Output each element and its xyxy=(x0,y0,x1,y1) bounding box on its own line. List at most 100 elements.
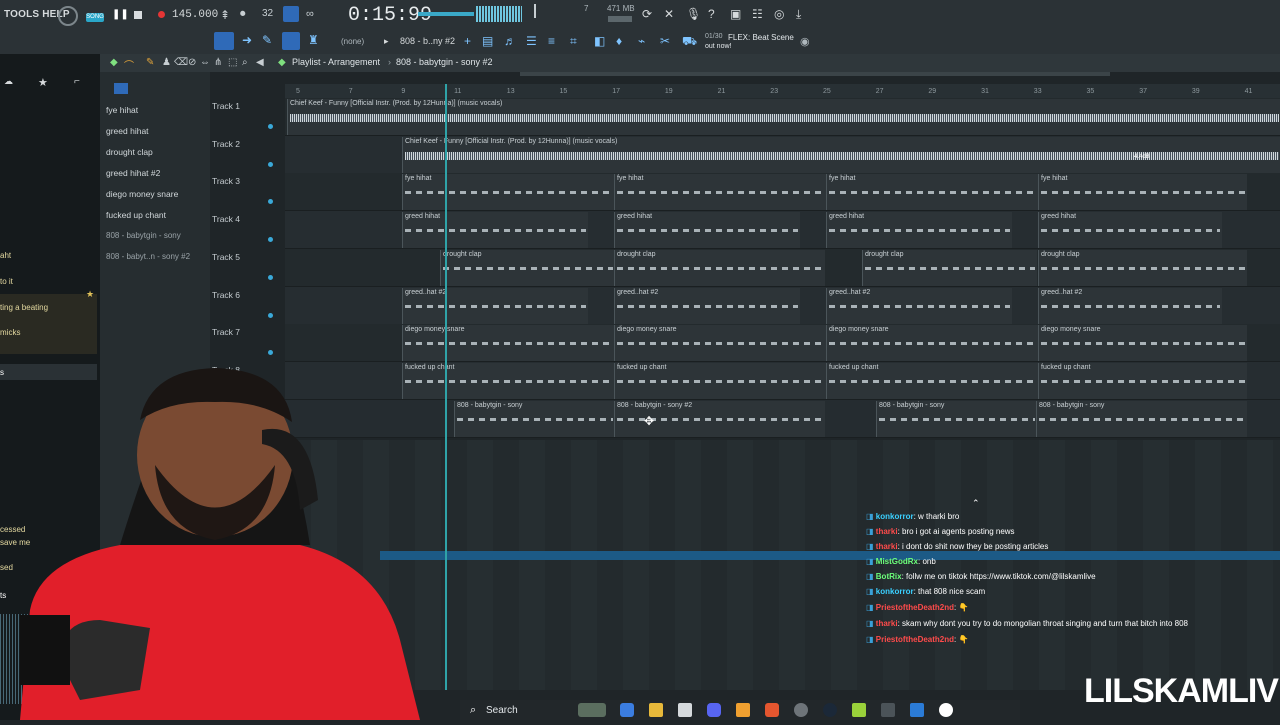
delete-tool-icon[interactable]: ⌫ xyxy=(174,57,188,68)
mixer-icon[interactable]: ☷ xyxy=(752,7,763,21)
clip[interactable]: greed hihat xyxy=(826,212,1012,249)
picker-item[interactable]: fucked up chant xyxy=(106,210,166,220)
track-label[interactable]: Track 3 xyxy=(212,176,278,186)
calendar-icon[interactable] xyxy=(678,703,692,717)
plugin-icon[interactable]: ♦ xyxy=(616,34,622,48)
clip[interactable]: fye hihat xyxy=(614,174,827,211)
copilot-icon[interactable] xyxy=(620,703,634,717)
picker-item[interactable]: diego money snare xyxy=(106,189,178,199)
loop-record-icon[interactable] xyxy=(283,6,299,22)
channel-rack-icon[interactable]: ☰ xyxy=(526,34,537,48)
news-subtitle[interactable]: out now! xyxy=(705,43,731,50)
chat-username[interactable]: tharki xyxy=(876,542,898,551)
browser-icon[interactable]: ⌗ xyxy=(570,34,577,49)
paint-tool-icon[interactable]: ♟ xyxy=(162,57,171,68)
clip[interactable]: greed..hat #2 xyxy=(614,287,800,324)
clip[interactable]: fye hihat xyxy=(402,174,615,211)
picker-item[interactable]: greed hihat #2 xyxy=(106,168,160,178)
settings-icon[interactable] xyxy=(794,703,808,717)
help-icon[interactable]: ? xyxy=(708,7,715,21)
pitch-slider[interactable] xyxy=(534,4,536,18)
picker-item[interactable]: 808 - babytgin - sony xyxy=(106,231,181,240)
clip[interactable]: fye hihat xyxy=(826,174,1039,211)
project-icon[interactable]: ◧ xyxy=(594,34,605,48)
slip-tool-icon[interactable]: ⇔ xyxy=(200,57,210,68)
chat-username[interactable]: BotRix xyxy=(876,572,902,581)
picker-item-selected[interactable]: 808 - babyt..n - sony #2 xyxy=(106,252,190,261)
track-label[interactable]: Track 1 xyxy=(212,101,278,111)
browser-item[interactable]: to it xyxy=(0,277,13,286)
clip[interactable]: diego money snare xyxy=(614,325,827,362)
favorite-star-icon[interactable]: ★ xyxy=(86,289,94,300)
picker-item[interactable]: greed hihat xyxy=(106,126,149,136)
clip[interactable]: diego money snare xyxy=(1038,325,1247,362)
track-label[interactable]: Track 7 xyxy=(212,327,278,337)
arrow-icon[interactable]: ➜ xyxy=(242,33,252,47)
download-icon[interactable]: ⤓ xyxy=(796,7,801,22)
clip-808[interactable]: 808 - babytgin - sony xyxy=(1036,401,1247,437)
mixer-window-icon[interactable]: ≡ xyxy=(548,34,555,48)
clip[interactable]: drought clap xyxy=(862,249,1037,286)
browser-tag-icon[interactable]: ⌐ xyxy=(74,76,80,87)
playlist-arrow-icon[interactable]: ◆ xyxy=(278,57,286,68)
tempo-display[interactable]: 145.000 xyxy=(172,9,218,21)
clip[interactable]: fucked up chant xyxy=(614,362,827,399)
file-explorer-icon[interactable] xyxy=(649,703,663,717)
tools-icon[interactable]: ✕ xyxy=(664,7,674,21)
playlist-view-icon[interactable] xyxy=(214,32,234,50)
add-pattern-icon[interactable]: + xyxy=(464,34,471,48)
track-mute-led[interactable] xyxy=(268,312,273,318)
clip[interactable]: drought clap xyxy=(440,249,615,286)
timeline-ruler[interactable] xyxy=(285,84,1280,98)
playlist-icon[interactable]: ▤ xyxy=(482,34,493,48)
microphone-icon[interactable]: 🎙 xyxy=(686,7,701,21)
browser-item[interactable]: aht xyxy=(0,251,11,260)
chat-username[interactable]: MistGodRx xyxy=(876,557,918,566)
track-mute-led[interactable] xyxy=(268,237,273,243)
clip[interactable]: fucked up chant xyxy=(1038,362,1247,399)
clip[interactable]: greed hihat xyxy=(1038,212,1222,249)
picker-toggle-icon[interactable] xyxy=(114,83,128,94)
countdown-icon[interactable]: 32 xyxy=(262,8,273,19)
steam-icon[interactable] xyxy=(823,703,837,717)
clip[interactable]: diego money snare xyxy=(402,325,615,362)
photos-icon[interactable] xyxy=(910,703,924,717)
wait-input-icon[interactable]: ⏺ xyxy=(240,8,246,21)
clip[interactable]: drought clap xyxy=(614,249,825,286)
draw-tool-icon[interactable]: ✎ xyxy=(146,57,154,68)
horizontal-scrollbar[interactable] xyxy=(520,72,1110,76)
slice-tool-icon[interactable]: ⋔ xyxy=(214,57,222,68)
track-label[interactable]: Track 2 xyxy=(212,139,278,149)
main-volume-knob[interactable] xyxy=(58,6,78,26)
track-mute-led[interactable] xyxy=(268,161,273,167)
search-icon[interactable]: ⌕ xyxy=(470,704,476,717)
chat-icon[interactable]: ◎ xyxy=(774,7,784,21)
track-label[interactable]: Track 4 xyxy=(212,214,278,224)
chat-username[interactable]: PriestoftheDeath2nd xyxy=(876,635,954,644)
playlist-play-icon[interactable]: ◆ xyxy=(110,57,118,68)
news-title[interactable]: FLEX: Beat Scene xyxy=(728,33,794,42)
mute-tool-icon[interactable]: ⊘ xyxy=(188,57,196,68)
blend-notes-icon[interactable]: ∞ xyxy=(306,8,314,20)
chat-username[interactable]: tharki xyxy=(876,527,898,536)
clip[interactable]: fucked up chant xyxy=(826,362,1039,399)
pattern-selector[interactable]: 808 - b..ny #2 xyxy=(400,36,455,46)
link-tool-icon[interactable]: ✂ xyxy=(660,34,670,48)
zoom-tool-icon[interactable]: ⌕ xyxy=(242,57,248,68)
link-icon[interactable] xyxy=(282,32,300,50)
picker-item[interactable]: drought clap xyxy=(106,147,153,157)
clip[interactable]: greed hihat xyxy=(402,212,588,249)
track-mute-led[interactable] xyxy=(268,350,273,356)
cart-icon[interactable]: ⛟ xyxy=(682,34,697,50)
master-volume-slider[interactable] xyxy=(418,12,474,16)
browser-cloud-icon[interactable]: ☁ xyxy=(4,76,13,87)
clip-808[interactable]: 808 - babytgin - sony xyxy=(876,401,1037,437)
browser-item[interactable]: micks xyxy=(0,328,20,337)
clip[interactable]: drought clap xyxy=(1038,249,1247,286)
track-mute-led[interactable] xyxy=(268,199,273,205)
news-dismiss-icon[interactable]: ◉ xyxy=(800,35,810,48)
chat-username[interactable]: PriestoftheDeath2nd xyxy=(876,603,954,612)
browser-item[interactable]: ting a beating xyxy=(0,303,48,312)
track-label[interactable]: Track 5 xyxy=(212,252,278,262)
pencil-tool-icon[interactable]: ✎ xyxy=(262,33,272,47)
